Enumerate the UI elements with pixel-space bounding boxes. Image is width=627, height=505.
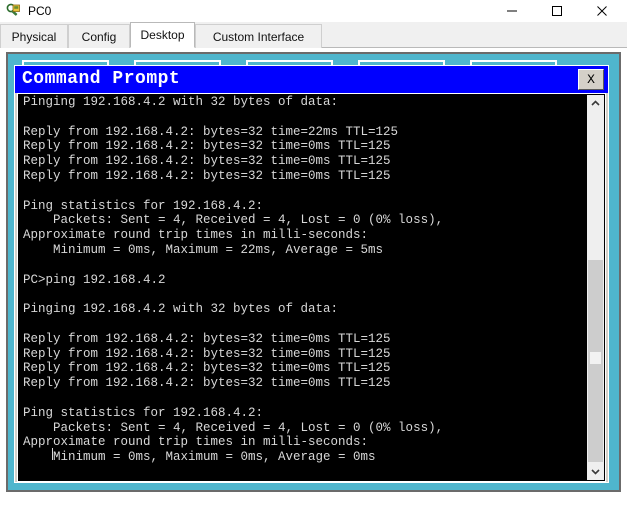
terminal-text: Pinging 192.168.4.2 with 32 bytes of dat…	[23, 95, 444, 481]
command-prompt-titlebar[interactable]: Command Prompt X	[15, 66, 608, 93]
desktop-panel: Command Prompt X Pinging 192.168.4.2 wit…	[6, 52, 621, 492]
scrollbar-up-arrow[interactable]	[587, 95, 604, 112]
window-title: PC0	[28, 4, 52, 18]
terminal-scrollbar[interactable]	[587, 95, 604, 480]
minimize-button[interactable]	[489, 0, 534, 22]
maximize-button[interactable]	[534, 0, 579, 22]
tab-config[interactable]: Config	[68, 24, 130, 48]
packet-tracer-device-window: PC0 Physical Config Desktop Custom Inter…	[0, 0, 627, 505]
title-bar-left: PC0	[6, 2, 51, 20]
close-icon	[596, 6, 607, 16]
command-prompt-title: Command Prompt	[22, 69, 181, 89]
tab-config-label: Config	[81, 29, 117, 44]
scrollbar-thumb[interactable]	[588, 260, 603, 462]
close-button[interactable]	[579, 0, 624, 22]
title-bar: PC0	[0, 0, 627, 22]
command-prompt-close-button[interactable]: X	[578, 69, 604, 90]
terminal-output-area[interactable]: Pinging 192.168.4.2 with 32 bytes of dat…	[17, 93, 606, 482]
tab-physical-label: Physical	[11, 29, 57, 44]
chevron-down-icon	[591, 469, 600, 475]
text-cursor	[52, 448, 53, 460]
command-prompt-window: Command Prompt X Pinging 192.168.4.2 wit…	[14, 65, 609, 483]
tab-desktop-label: Desktop	[140, 28, 185, 42]
chevron-up-icon	[591, 100, 600, 106]
tab-physical[interactable]: Physical	[0, 24, 68, 48]
maximize-icon	[551, 6, 562, 16]
scrollbar-down-arrow[interactable]	[587, 463, 604, 480]
tab-desktop[interactable]: Desktop	[130, 22, 195, 48]
tab-strip: Physical Config Desktop Custom Interface	[0, 22, 627, 48]
minimize-icon	[506, 10, 517, 12]
scrollbar-thumb-grip	[590, 352, 601, 364]
tab-custom-interface-label: Custom Interface	[212, 29, 305, 44]
tab-custom-interface[interactable]: Custom Interface	[195, 24, 322, 48]
device-pc-icon	[6, 3, 22, 19]
